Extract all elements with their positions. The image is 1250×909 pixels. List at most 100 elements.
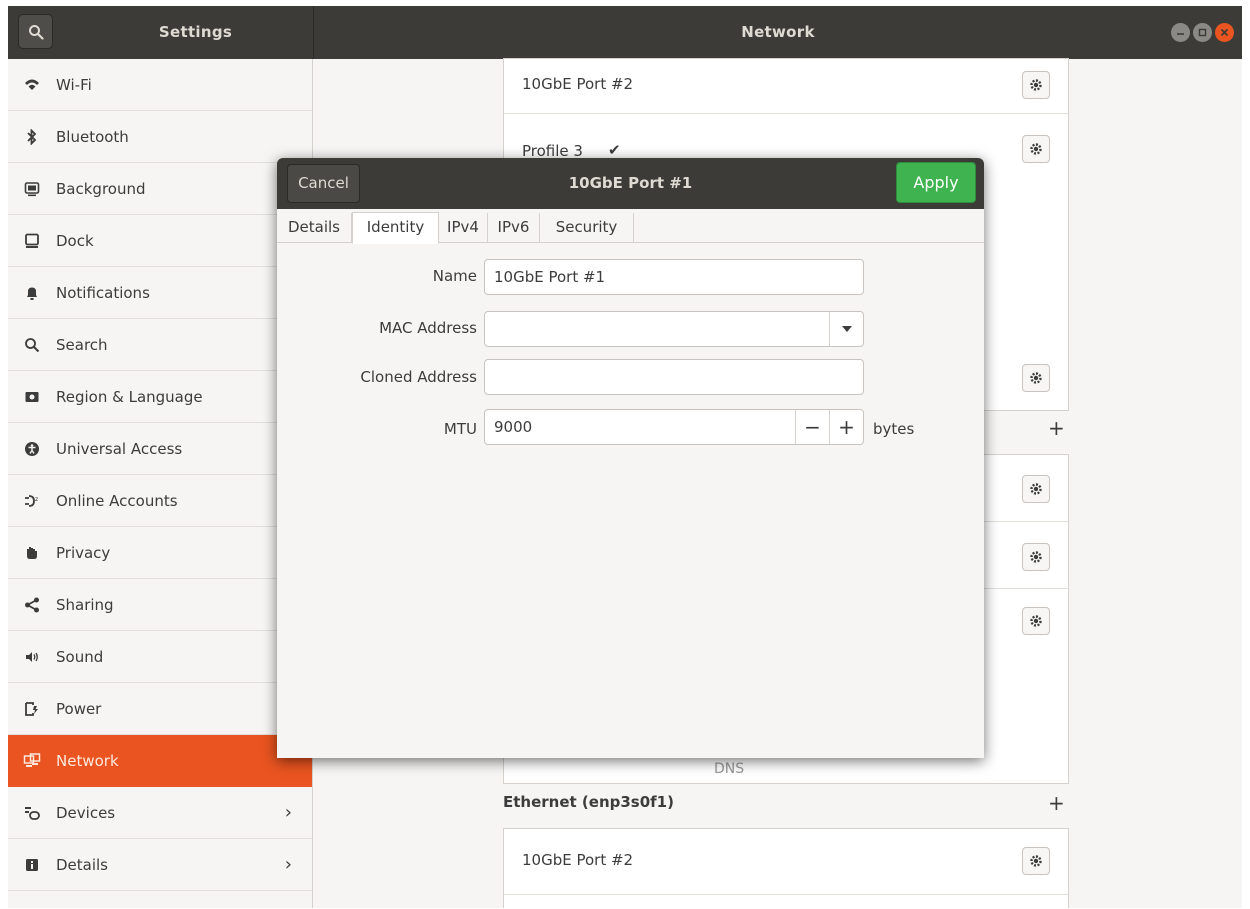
sidebar-item-power[interactable]: Power	[8, 683, 312, 735]
sidebar-item-sound[interactable]: Sound	[8, 631, 312, 683]
share-icon	[8, 597, 56, 613]
cancel-button[interactable]: Cancel	[287, 164, 360, 203]
sidebar-item-details[interactable]: Details ›	[8, 839, 312, 891]
tab-identity[interactable]: Identity	[352, 212, 439, 244]
mac-address-combo[interactable]	[484, 311, 864, 347]
mtu-decrement-button[interactable]: −	[795, 410, 829, 444]
background-icon	[8, 181, 56, 197]
sidebar-item-label: Sharing	[56, 595, 114, 614]
sidebar-item-label: Wi-Fi	[56, 75, 92, 94]
sidebar-item-label: Background	[56, 179, 146, 198]
cloned-address-label: Cloned Address	[360, 368, 477, 386]
mtu-increment-button[interactable]: +	[829, 410, 863, 444]
sidebar-item-wifi[interactable]: Wi-Fi	[8, 59, 312, 111]
sidebar-item-label: Region & Language	[56, 387, 203, 406]
gear-icon	[1030, 79, 1042, 91]
sidebar-item-label: Search	[56, 335, 108, 354]
sidebar-item-universal-access[interactable]: Universal Access	[8, 423, 312, 475]
sidebar-item-label: Power	[56, 699, 102, 718]
gear-icon	[1030, 483, 1042, 495]
search-button[interactable]	[18, 14, 53, 49]
gear-icon	[1030, 551, 1042, 563]
name-field[interactable]: 10GbE Port #1	[484, 259, 864, 295]
settings-button[interactable]	[1022, 135, 1050, 163]
sidebar-item-online-accounts[interactable]: z Online Accounts	[8, 475, 312, 527]
connection-dialog: Cancel 10GbE Port #1 Apply Details Ident…	[277, 158, 984, 758]
section-title: Ethernet (enp3s0f1)	[503, 793, 674, 811]
maximize-button[interactable]	[1193, 23, 1212, 42]
dialog-title: 10GbE Port #1	[568, 174, 693, 192]
settings-button[interactable]	[1022, 364, 1050, 392]
sidebar-item-label: Online Accounts	[56, 491, 178, 510]
tab-bar: Details Identity IPv4 IPv6 Security	[277, 209, 984, 244]
sidebar-item-background[interactable]: Background	[8, 163, 312, 215]
info-icon	[8, 857, 56, 873]
mac-address-label: MAC Address	[379, 319, 477, 337]
settings-button[interactable]	[1022, 71, 1050, 99]
sidebar-item-dock[interactable]: Dock	[8, 215, 312, 267]
search-icon	[8, 337, 56, 353]
apply-button[interactable]: Apply	[896, 162, 976, 203]
sidebar-item-bluetooth[interactable]: Bluetooth	[8, 111, 312, 163]
close-button[interactable]	[1215, 23, 1234, 42]
sidebar-item-label: Bluetooth	[56, 127, 129, 146]
page-title: Network	[741, 23, 815, 41]
profile-name: 10GbE Port #2	[522, 851, 634, 869]
minimize-icon	[1177, 33, 1184, 35]
minimize-button[interactable]	[1171, 23, 1190, 42]
dock-icon	[8, 233, 56, 249]
connection-list: 10GbE Port #2	[503, 828, 1069, 908]
sidebar-item-network[interactable]: Network	[8, 735, 312, 787]
mtu-spinbutton[interactable]: 9000 − +	[484, 409, 864, 445]
settings-button[interactable]	[1022, 607, 1050, 635]
sidebar-item-devices[interactable]: Devices ›	[8, 787, 312, 839]
sidebar-item-label: Network	[56, 751, 119, 770]
add-connection-button[interactable]: +	[1048, 416, 1065, 440]
mtu-unit: bytes	[873, 420, 915, 438]
sidebar-item-label: Details	[56, 855, 109, 874]
gear-icon	[1030, 855, 1042, 867]
sidebar-item-privacy[interactable]: Privacy	[8, 527, 312, 579]
checkmark-icon: ✔	[608, 141, 621, 159]
wifi-icon	[8, 77, 56, 93]
chevron-down-icon[interactable]	[829, 312, 863, 346]
sidebar-item-notifications[interactable]: Notifications	[8, 267, 312, 319]
tab-details[interactable]: Details	[277, 213, 352, 243]
devices-icon	[8, 805, 56, 821]
settings-button[interactable]	[1022, 543, 1050, 571]
chevron-right-icon: ›	[284, 802, 292, 823]
maximize-icon	[1198, 28, 1207, 37]
sidebar-item-label: Devices	[56, 803, 116, 822]
mtu-value: 9000	[494, 418, 533, 436]
add-connection-button[interactable]: +	[1048, 791, 1065, 815]
list-item[interactable]: 10GbE Port #2	[504, 829, 1068, 895]
bell-icon	[8, 285, 56, 301]
search-icon	[28, 24, 44, 40]
settings-button[interactable]	[1022, 847, 1050, 875]
chevron-right-icon: ›	[284, 854, 292, 875]
sidebar-item-region-language[interactable]: Region & Language	[8, 371, 312, 423]
app-title: Settings	[158, 23, 233, 41]
gear-icon	[1030, 615, 1042, 627]
sidebar-item-label: Privacy	[56, 543, 111, 562]
cloned-address-field[interactable]	[484, 359, 864, 395]
gear-icon	[1030, 143, 1042, 155]
gear-icon	[1030, 372, 1042, 384]
window-controls	[1171, 23, 1234, 42]
sidebar-item-sharing[interactable]: Sharing	[8, 579, 312, 631]
sidebar-item-search[interactable]: Search	[8, 319, 312, 371]
list-item[interactable]: 10GbE Port #2	[504, 59, 1068, 114]
close-icon	[1220, 28, 1229, 37]
sidebar-item-label: Notifications	[56, 283, 150, 302]
tab-ipv4[interactable]: IPv4	[439, 213, 488, 243]
bluetooth-icon	[8, 128, 56, 145]
speaker-icon	[8, 649, 56, 665]
header-bar: Settings Network	[8, 6, 1242, 59]
name-label: Name	[432, 267, 477, 285]
dialog-header: Cancel 10GbE Port #1 Apply	[277, 158, 984, 209]
tab-ipv6[interactable]: IPv6	[488, 213, 540, 243]
tab-security[interactable]: Security	[540, 213, 634, 243]
sidebar-item-label: Universal Access	[56, 439, 183, 458]
network-icon	[8, 752, 56, 769]
settings-button[interactable]	[1022, 475, 1050, 503]
